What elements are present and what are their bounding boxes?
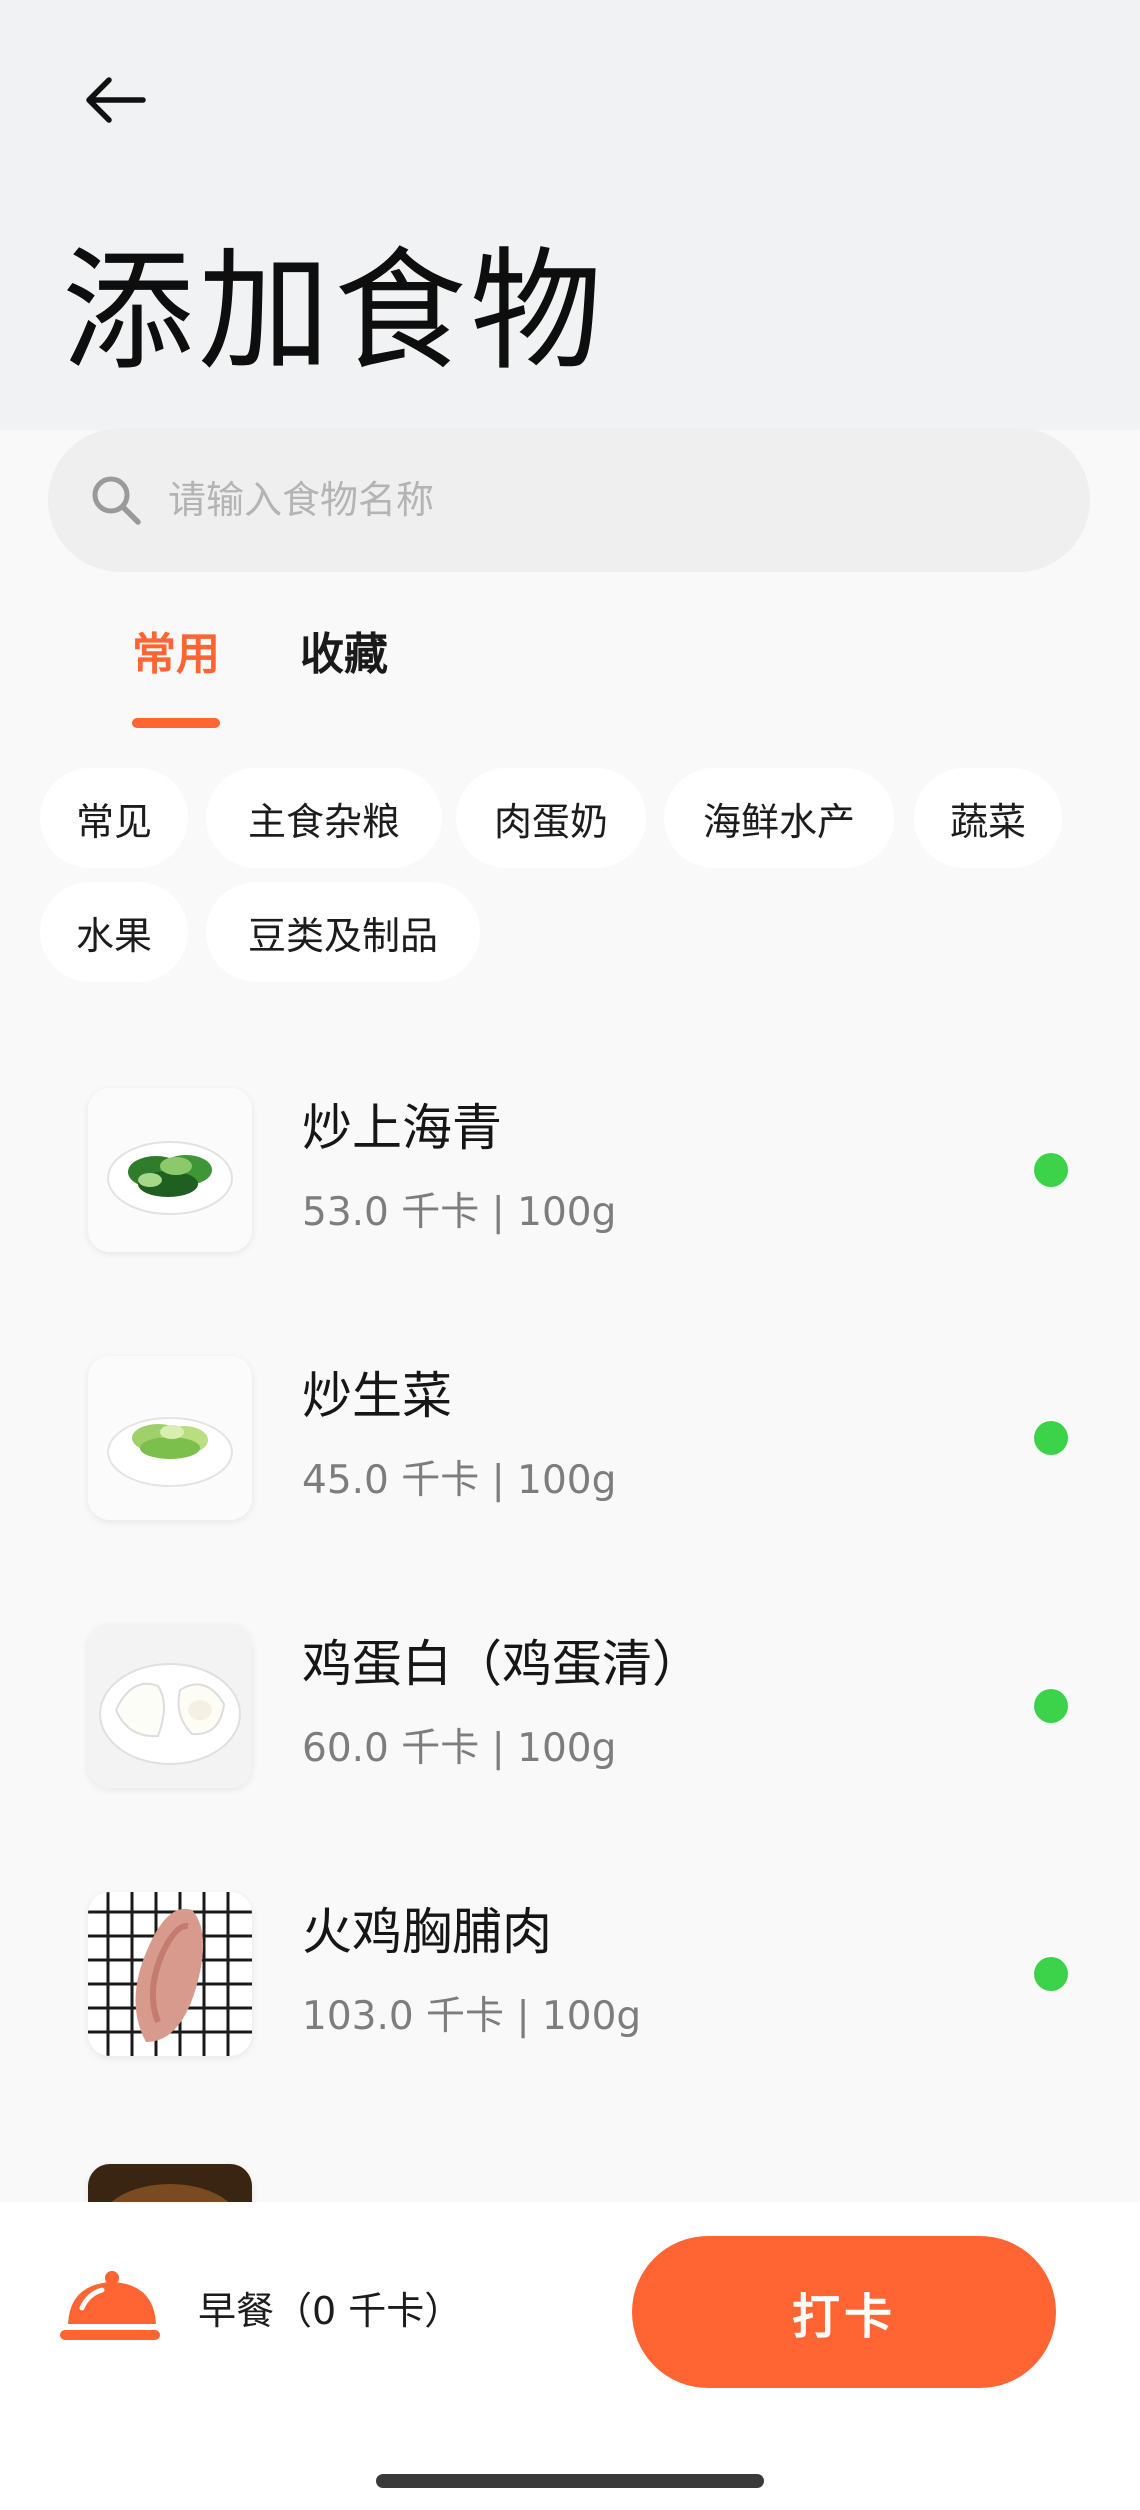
food-list-item[interactable]: 炒生菜 45.0 千卡 | 100g: [0, 1334, 1140, 1602]
checkin-button[interactable]: 打卡: [632, 2236, 1056, 2388]
food-calories: 103.0 千卡 | 100g: [302, 1994, 642, 2039]
food-list-item[interactable]: 火鸡胸脯肉 103.0 千卡 | 100g: [0, 1870, 1140, 2138]
serving-cloche-icon: [60, 2271, 160, 2340]
food-name: 炒上海青: [302, 1099, 502, 1157]
category-chip-soy[interactable]: 豆类及制品: [206, 882, 480, 982]
category-chip-seafood[interactable]: 海鲜水产: [664, 768, 894, 868]
status-dot: [1034, 1153, 1068, 1187]
food-thumbnail: [88, 1624, 252, 1788]
tab-favorites[interactable]: 收藏: [300, 620, 388, 690]
food-thumbnail: [88, 1892, 252, 2056]
food-name: 鸡蛋白（鸡蛋清）: [302, 1635, 702, 1693]
tab-common[interactable]: 常用: [132, 620, 220, 690]
bottom-action-bar: 早餐（0 千卡） 打卡: [0, 2202, 1140, 2510]
food-name: 火鸡胸脯肉: [302, 1903, 552, 1961]
search-icon: [92, 476, 141, 525]
food-list-item[interactable]: 鸡蛋白（鸡蛋清） 60.0 千卡 | 100g: [0, 1602, 1140, 1870]
category-chip-staples[interactable]: 主食杂粮: [206, 768, 442, 868]
page-header: 添加食物: [0, 0, 1140, 430]
status-dot: [1034, 1957, 1068, 1991]
status-dot: [1034, 1689, 1068, 1723]
category-chip-common[interactable]: 常见: [40, 768, 188, 868]
food-thumbnail: [88, 2164, 252, 2202]
food-list-item[interactable]: 炒上海青 53.0 千卡 | 100g: [0, 1066, 1140, 1334]
arrow-left-icon: [86, 77, 146, 123]
food-name: 炒生菜: [302, 1367, 452, 1425]
food-thumbnail: [88, 1356, 252, 1520]
page-title: 添加食物: [62, 235, 606, 389]
meal-summary[interactable]: 早餐（0 千卡）: [198, 2286, 462, 2336]
food-calories: 45.0 千卡 | 100g: [302, 1458, 617, 1503]
food-calories: 53.0 千卡 | 100g: [302, 1190, 617, 1235]
back-button[interactable]: [70, 55, 160, 145]
category-chip-vegetables[interactable]: 蔬菜: [914, 768, 1062, 868]
status-dot: [1034, 1421, 1068, 1455]
food-thumbnail: [88, 1088, 252, 1252]
food-calories: 60.0 千卡 | 100g: [302, 1726, 617, 1771]
food-list-item-partial[interactable]: [0, 2138, 1140, 2202]
search-input[interactable]: [168, 478, 988, 522]
home-indicator[interactable]: [376, 2474, 764, 2488]
category-chip-fruit[interactable]: 水果: [40, 882, 188, 982]
search-bar[interactable]: [48, 428, 1090, 572]
active-tab-indicator: [132, 718, 220, 728]
category-chip-meat-egg-dairy[interactable]: 肉蛋奶: [456, 768, 646, 868]
